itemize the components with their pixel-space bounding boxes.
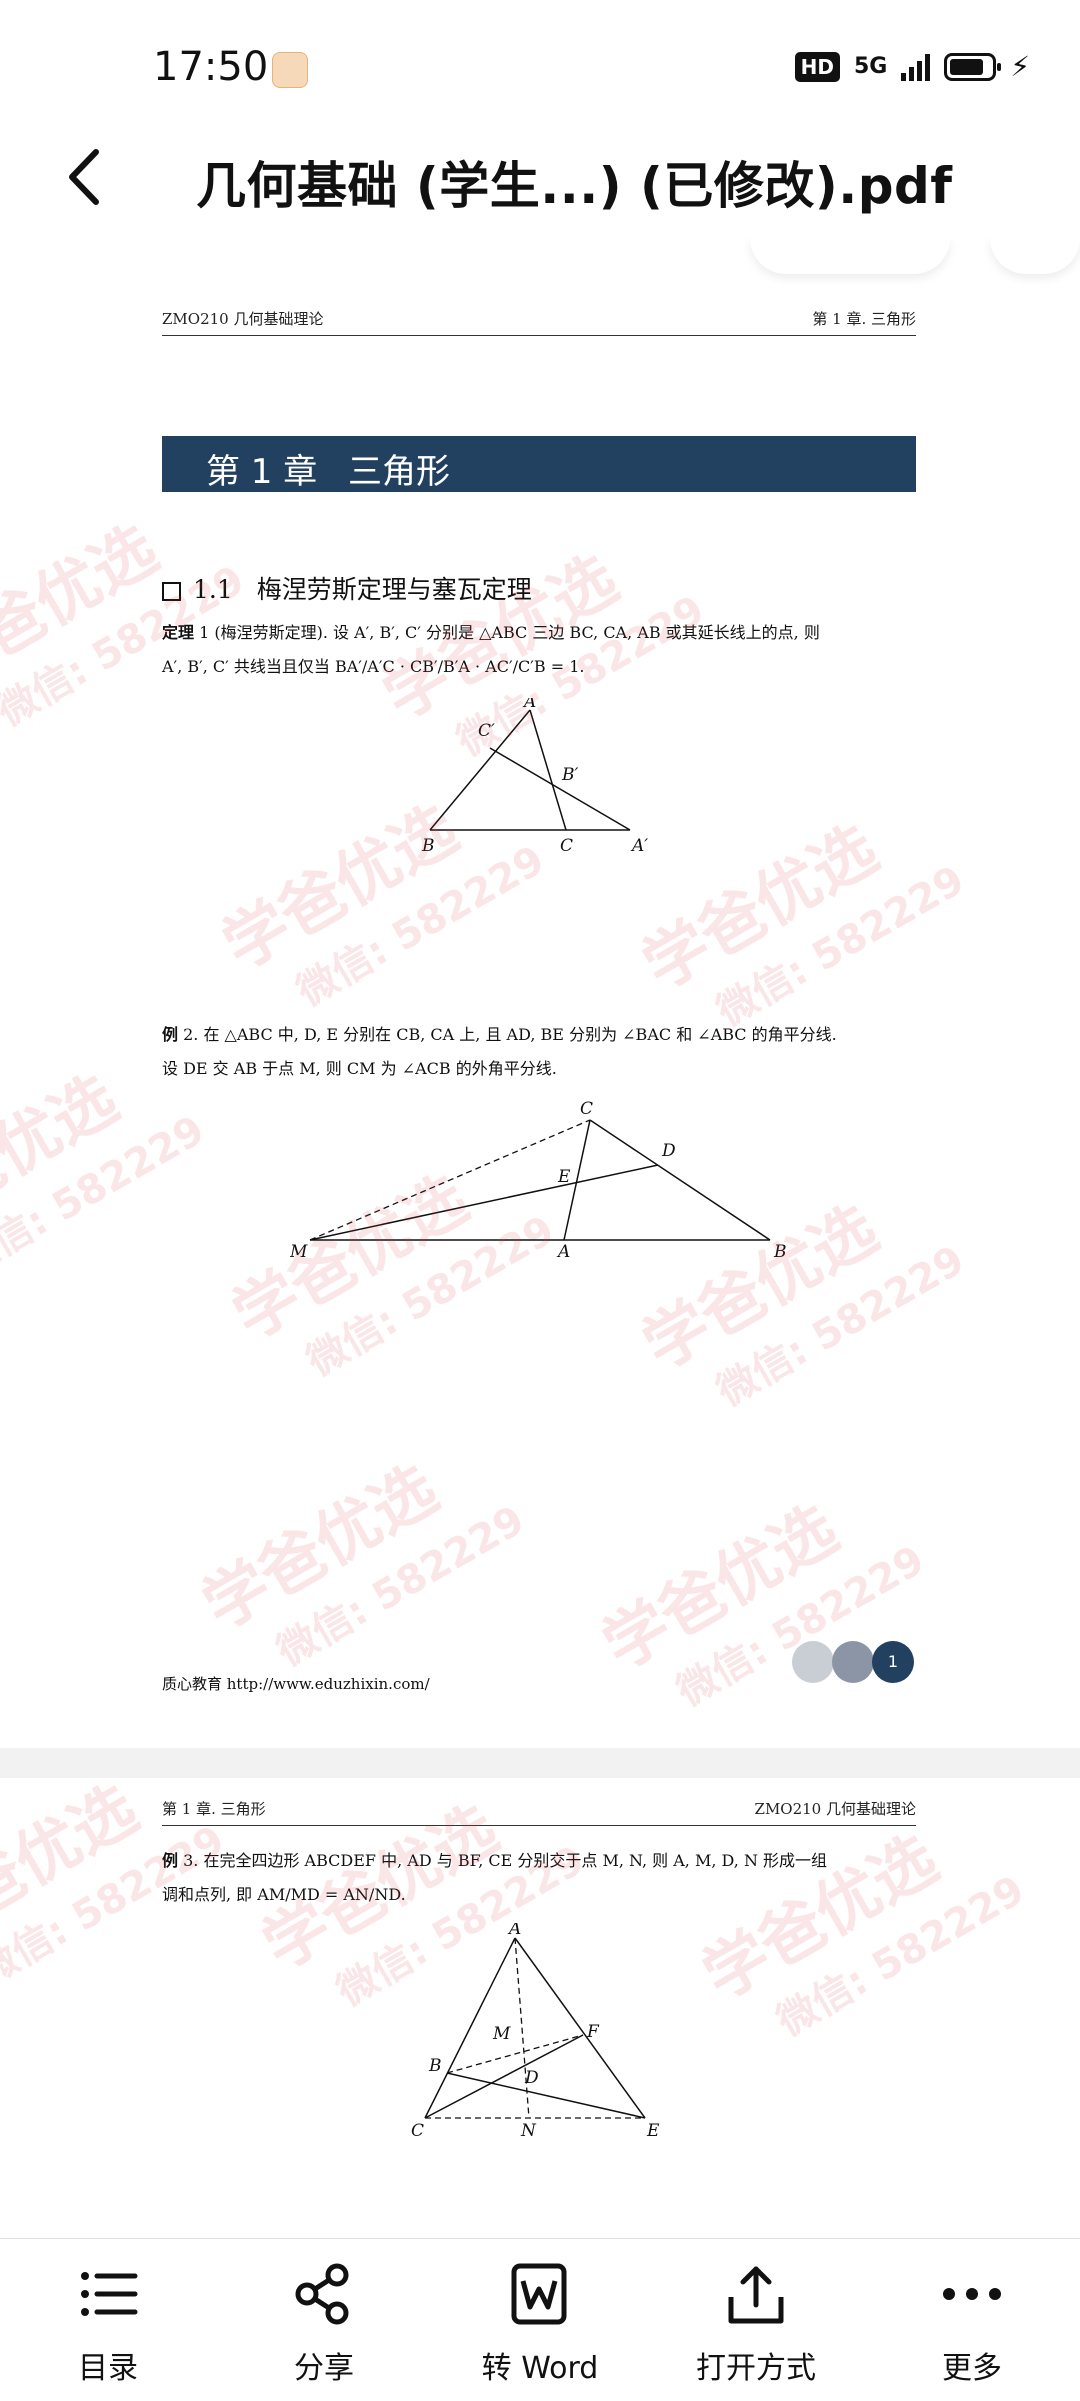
page-dot bbox=[832, 1641, 874, 1683]
battery-icon bbox=[944, 52, 1002, 81]
pdf-viewer[interactable]: ZMO210 几何基础理论 第 1 章. 三角形 第 1 章 三角形 1.1 梅涅… bbox=[0, 238, 1080, 2238]
status-indicators: HD 5G ⚡ bbox=[794, 50, 1030, 83]
label-C: C bbox=[560, 836, 573, 856]
running-header-right: 第 1 章. 三角形 bbox=[812, 310, 916, 328]
label-C: C bbox=[580, 1100, 593, 1119]
example-2: 例 2. 在 △ABC 中, D, E 分别在 CB, CA 上, 且 AD, … bbox=[162, 1018, 916, 1086]
example-label: 例 bbox=[162, 1025, 179, 1044]
floating-control bbox=[990, 238, 1080, 274]
section-heading: 1.1 梅涅劳斯定理与塞瓦定理 bbox=[162, 570, 532, 606]
back-arrow-icon bbox=[69, 149, 99, 205]
running-header-left: ZMO210 几何基础理论 bbox=[162, 310, 324, 328]
label-A: A bbox=[507, 1923, 521, 1939]
example-label: 例 bbox=[162, 1851, 179, 1870]
example-2-line-2: 设 DE 交 AB 于点 M, 则 CM 为 ∠ACB 的外角平分线. bbox=[162, 1059, 557, 1078]
charging-icon: ⚡ bbox=[1010, 50, 1030, 83]
page-number-badge: 1 bbox=[872, 1641, 914, 1683]
running-header-right: ZMO210 几何基础理论 bbox=[754, 1800, 916, 1818]
example-3-line-1: 3. 在完全四边形 ABCDEF 中, AD 与 BF, CE 分别交于点 M,… bbox=[183, 1851, 828, 1870]
signal-icon bbox=[901, 53, 931, 81]
label-C: C bbox=[411, 2121, 424, 2141]
example-2-line-1: 2. 在 △ABC 中, D, E 分别在 CB, CA 上, 且 AD, BE… bbox=[183, 1025, 837, 1044]
complete-quadrilateral-figure: A M F B D C N E bbox=[405, 1919, 675, 2147]
toc-label: 目录 bbox=[78, 2351, 138, 2386]
open-with-button[interactable]: 打开方式 bbox=[666, 2259, 846, 2389]
label-B-prime: B′ bbox=[561, 765, 578, 785]
share-button[interactable]: 分享 bbox=[234, 2259, 414, 2389]
label-A: A bbox=[522, 698, 536, 712]
theorem-1: 定理 1 (梅涅劳斯定理). 设 A′, B′, C′ 分别是 △ABC 三边 … bbox=[162, 616, 916, 684]
label-B: B bbox=[428, 2056, 442, 2076]
theorem-line-2: A′, B′, C′ 共线当且仅当 BA′/A′C · CB′/B′A · AC… bbox=[162, 657, 585, 676]
section-title: 梅涅劳斯定理与塞瓦定理 bbox=[256, 575, 532, 604]
bottom-toolbar: 目录 分享 转 Word 打开方式 更多 bbox=[0, 2238, 1080, 2401]
open-with-label: 打开方式 bbox=[696, 2351, 816, 2386]
page-footer: 质心教育 http://www.eduzhixin.com/ bbox=[162, 1675, 430, 1693]
more-button[interactable]: 更多 bbox=[882, 2259, 1062, 2389]
theorem-label: 定理 bbox=[162, 623, 195, 642]
running-header: ZMO210 几何基础理论 第 1 章. 三角形 bbox=[162, 308, 916, 336]
status-bar: 17:50 HD 5G ⚡ bbox=[0, 0, 1080, 120]
hd-icon: HD bbox=[794, 51, 840, 82]
label-A: A bbox=[556, 1242, 570, 1260]
running-header-left: 第 1 章. 三角形 bbox=[162, 1800, 266, 1818]
example-3-line-2: 调和点列, 即 AM/MD = AN/ND. bbox=[162, 1885, 406, 1904]
label-B: B bbox=[773, 1242, 787, 1260]
word-icon bbox=[511, 2263, 567, 2325]
page-indicator: 1 bbox=[792, 1641, 916, 1685]
pdf-page-2: 第 1 章. 三角形 ZMO210 几何基础理论 例 3. 在完全四边形 ABC… bbox=[0, 1778, 1080, 2238]
example-3: 例 3. 在完全四边形 ABCDEF 中, AD 与 BF, CE 分别交于点 … bbox=[162, 1844, 916, 1912]
label-N: N bbox=[520, 2121, 537, 2141]
label-C-prime: C′ bbox=[478, 721, 495, 741]
more-icon bbox=[943, 2288, 1001, 2300]
pdf-page-1: ZMO210 几何基础理论 第 1 章. 三角形 第 1 章 三角形 1.1 梅涅… bbox=[0, 238, 1080, 1748]
label-A-prime: A′ bbox=[630, 836, 648, 856]
convert-word-label: 转 Word bbox=[481, 2351, 599, 2386]
label-M: M bbox=[290, 1242, 308, 1260]
label-D: D bbox=[661, 1141, 676, 1161]
toc-button[interactable]: 目录 bbox=[18, 2259, 198, 2389]
label-E: E bbox=[646, 2121, 660, 2141]
section-box-icon bbox=[162, 581, 181, 601]
more-label: 更多 bbox=[942, 2351, 1002, 2386]
page-dot bbox=[792, 1641, 834, 1683]
angle-bisector-figure: C D E M A B bbox=[289, 1099, 800, 1264]
notification-app-icon bbox=[272, 52, 308, 88]
chapter-number: 第 1 章 bbox=[206, 452, 318, 492]
label-B: B bbox=[421, 836, 435, 856]
menelaus-figure: A B C A′ B′ C′ bbox=[420, 692, 660, 862]
share-icon bbox=[295, 2263, 349, 2325]
label-M: M bbox=[492, 2024, 511, 2044]
back-button[interactable] bbox=[56, 142, 126, 212]
label-D: D bbox=[524, 2068, 539, 2088]
document-title: 几何基础 (学生...) (已修改).pdf bbox=[196, 157, 953, 215]
running-header: 第 1 章. 三角形 ZMO210 几何基础理论 bbox=[162, 1798, 916, 1826]
theorem-line-1: 1 (梅涅劳斯定理). 设 A′, B′, C′ 分别是 △ABC 三边 BC,… bbox=[199, 623, 820, 642]
app-header: 几何基础 (学生...) (已修改).pdf bbox=[0, 120, 1080, 239]
list-icon bbox=[81, 2272, 138, 2316]
network-type: 5G bbox=[853, 54, 888, 79]
open-with-icon bbox=[728, 2266, 784, 2324]
convert-word-button[interactable]: 转 Word bbox=[450, 2259, 630, 2389]
share-label: 分享 bbox=[294, 2351, 354, 2386]
floating-control bbox=[750, 238, 950, 274]
label-F: F bbox=[586, 2022, 600, 2042]
section-number: 1.1 bbox=[193, 575, 233, 604]
chapter-name: 三角形 bbox=[348, 452, 450, 492]
status-time: 17:50 bbox=[153, 44, 269, 90]
label-E: E bbox=[557, 1167, 571, 1187]
chapter-banner: 第 1 章 三角形 bbox=[162, 436, 916, 492]
